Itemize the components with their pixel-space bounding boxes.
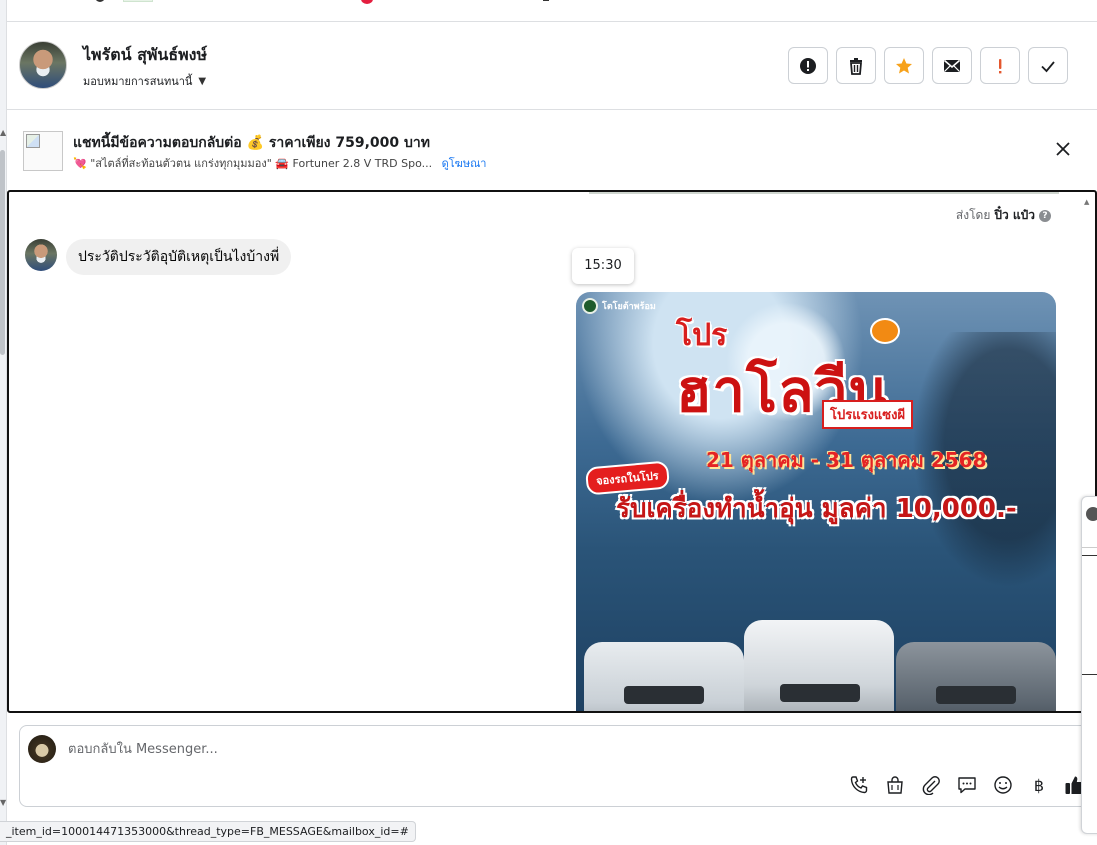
ad-subtitle: 💘 "สไตล์ที่สะท้อนตัวตน แกร่งทุกมุมมอง" 🚘… bbox=[73, 154, 486, 172]
link-status-bar: _item_id=100014471353000&thread_type=FB_… bbox=[0, 821, 416, 842]
poster-brand: โตโยต้าพร้อม bbox=[602, 302, 656, 312]
conversation-toolbar bbox=[788, 47, 1068, 84]
car-grille bbox=[624, 686, 704, 704]
assign-conversation-dropdown[interactable]: มอบหมายการสนทนานี้ ▼ bbox=[83, 72, 206, 90]
help-icon[interactable]: ? bbox=[1039, 209, 1051, 222]
mark-unread-button[interactable] bbox=[932, 47, 972, 84]
reply-input[interactable] bbox=[68, 738, 768, 760]
cropped-icon-fragment bbox=[95, 0, 105, 2]
contact-avatar[interactable] bbox=[19, 41, 67, 89]
car-grille bbox=[780, 684, 860, 702]
message-thread[interactable]: ส่งโดย ปิ๋ว แป๋ว ? ประวัติประวัติอุบัติเ… bbox=[7, 190, 1097, 713]
dealer-logo-icon bbox=[582, 298, 598, 314]
ad-title: แชทนี้มีข้อความตอบกลับต่อ 💰 ราคาเพียง 75… bbox=[73, 135, 431, 151]
smile-icon[interactable] bbox=[992, 774, 1014, 796]
cropped-icon-fragment bbox=[543, 0, 549, 1]
previous-image-edge bbox=[589, 192, 1059, 194]
close-ad-button[interactable] bbox=[1053, 139, 1073, 159]
phone-plus-icon[interactable] bbox=[848, 774, 870, 796]
assign-label: มอบหมายการสนทนานี้ bbox=[83, 75, 193, 88]
follow-up-button[interactable] bbox=[980, 47, 1020, 84]
star-button[interactable] bbox=[884, 47, 924, 84]
cropped-notification-dot bbox=[361, 0, 373, 4]
check-icon bbox=[1041, 60, 1055, 72]
peek-divider bbox=[1082, 547, 1097, 548]
poster-tagline: โปรแรงแซงผี bbox=[822, 400, 914, 429]
scroll-down-arrow-icon[interactable]: ▼ bbox=[0, 798, 6, 807]
poster-dates: 21 ตุลาคม - 31 ตุลาคม 2568 bbox=[706, 448, 987, 472]
reply-composer: ฿ bbox=[19, 725, 1097, 807]
alert-circle-icon bbox=[800, 57, 816, 74]
car-grille bbox=[936, 686, 1016, 704]
envelope-icon bbox=[943, 59, 961, 72]
delete-button[interactable] bbox=[836, 47, 876, 84]
sent-by-label: ส่งโดย ปิ๋ว แป๋ว ? bbox=[956, 206, 1051, 225]
scrollbar-thumb[interactable] bbox=[0, 150, 5, 355]
left-scrollbar[interactable]: ▲ ▼ bbox=[0, 0, 7, 845]
mark-done-button[interactable] bbox=[1028, 47, 1068, 84]
peek-avatar bbox=[1086, 507, 1097, 521]
cropped-badge-fragment bbox=[123, 0, 153, 2]
star-icon bbox=[896, 57, 912, 73]
ad-thumbnail[interactable] bbox=[23, 131, 63, 171]
chat-bubble-icon[interactable] bbox=[956, 774, 978, 796]
trash-icon bbox=[850, 57, 862, 75]
caret-down-icon: ▼ bbox=[198, 75, 207, 87]
scroll-up-arrow-icon[interactable]: ▲ bbox=[1084, 198, 1089, 206]
composer-actions: ฿ bbox=[848, 774, 1086, 796]
exclamation-icon bbox=[999, 58, 1002, 73]
view-ad-link[interactable]: ดูโฆษณา bbox=[442, 157, 487, 170]
incoming-message-bubble[interactable]: ประวัติประวัติอุบัติเหตุเป็นไงบ้างพี่ bbox=[66, 239, 292, 275]
mark-spam-button[interactable] bbox=[788, 47, 828, 84]
close-icon bbox=[1056, 142, 1070, 156]
pumpkin-icon bbox=[870, 318, 900, 344]
poster-car-right bbox=[896, 642, 1056, 711]
page: ▲ ▼ ไพรัตน์ สุพันธ์พงษ์ มอบหมายการสนทนาน… bbox=[0, 0, 1097, 845]
contact-name[interactable]: ไพรัตน์ สุพันธ์พงษ์ bbox=[83, 43, 207, 68]
peek-content-box bbox=[1082, 555, 1097, 675]
shopping-bag-icon[interactable] bbox=[884, 774, 906, 796]
scroll-up-arrow-icon[interactable]: ▲ bbox=[0, 128, 6, 137]
sent-image-message[interactable]: โตโยต้าพร้อม โปร ฮาโลวีน โปรแรงแซงผี 21 … bbox=[576, 292, 1056, 711]
ad-description: 💘 "สไตล์ที่สะท้อนตัวตน แกร่งทุกมุมมอง" 🚘… bbox=[73, 157, 433, 170]
top-cropped-strip bbox=[7, 0, 1097, 22]
sender-avatar[interactable] bbox=[25, 239, 57, 271]
message-timestamp-tooltip: 15:30 bbox=[572, 248, 634, 284]
side-panel-peek[interactable] bbox=[1081, 496, 1097, 834]
paperclip-icon[interactable] bbox=[920, 774, 942, 796]
conversation-header: ไพรัตน์ สุพันธ์พงษ์ มอบหมายการสนทนานี้ ▼ bbox=[7, 22, 1097, 110]
poster-car-center bbox=[744, 620, 894, 711]
page-avatar bbox=[28, 735, 56, 763]
sent-by-name: ปิ๋ว แป๋ว bbox=[994, 208, 1035, 222]
poster-logo: โตโยต้าพร้อม bbox=[582, 298, 656, 314]
poster-car-left bbox=[584, 642, 744, 711]
poster-offer: รับเครื่องทำน้ำอุ่น มูลค่า 10,000.- bbox=[616, 494, 1017, 524]
sent-by-prefix: ส่งโดย bbox=[955, 208, 991, 222]
ad-context-bar: แชทนี้มีข้อความตอบกลับต่อ 💰 ราคาเพียง 75… bbox=[7, 111, 1097, 189]
baht-icon[interactable]: ฿ bbox=[1028, 774, 1050, 796]
